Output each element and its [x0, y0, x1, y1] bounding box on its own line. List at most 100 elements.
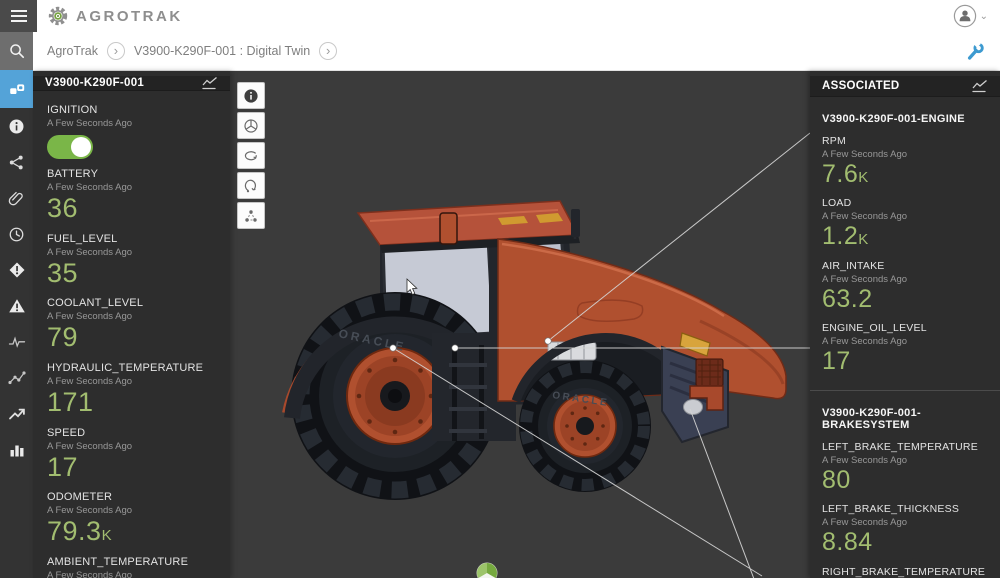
metric-updated: A Few Seconds Ago — [822, 149, 988, 160]
metric-label: AIR_INTAKE — [822, 260, 988, 272]
alerts-rail-button[interactable] — [0, 252, 33, 288]
metric-updated: A Few Seconds Ago — [47, 311, 216, 322]
breadcrumb: AgroTrak › V3900-K290F-001 : Digital Twi… — [33, 32, 1000, 71]
metric-label: COOLANT_LEVEL — [47, 297, 216, 309]
rotate-vertical-tool-button[interactable] — [237, 172, 265, 199]
warnings-rail-button[interactable] — [0, 288, 33, 324]
breadcrumb-current: V3900-K290F-001 : Digital Twin — [134, 44, 310, 58]
metric-row: AMBIENT_TEMPERATURE A Few Seconds Ago 89… — [47, 556, 216, 578]
rotate-vertical-icon — [243, 178, 259, 194]
history-rail-button[interactable] — [0, 216, 33, 252]
trend-rail-button[interactable] — [0, 396, 33, 432]
metric-updated: A Few Seconds Ago — [47, 570, 216, 578]
associated-section-title: V3900-K290F-001-BRAKESYSTEM — [822, 407, 988, 431]
device-chart-button[interactable] — [202, 76, 218, 90]
metric-label: RIGHT_BRAKE_TEMPERATURE — [822, 566, 988, 578]
metric-row: RIGHT_BRAKE_TEMPERATURE A Few Seconds Ag… — [822, 566, 988, 578]
search-rail-button[interactable] — [0, 32, 33, 70]
metric-updated: A Few Seconds Ago — [47, 182, 216, 193]
associated-section-title: V3900-K290F-001-ENGINE — [822, 113, 988, 125]
viewport-toolbar — [237, 82, 265, 229]
pulse-rail-button[interactable] — [0, 324, 33, 360]
ignition-toggle[interactable] — [47, 135, 93, 159]
metric-value: 63.2 — [822, 286, 988, 314]
associated-panel-title: ASSOCIATED — [822, 80, 900, 92]
pulse-icon — [8, 333, 26, 351]
user-avatar-icon — [953, 4, 977, 28]
metric-updated: A Few Seconds Ago — [822, 274, 988, 285]
metric-row: RPM A Few Seconds Ago 7.6K — [822, 135, 988, 189]
bar-chart-icon — [8, 441, 26, 459]
metric-label: LEFT_BRAKE_TEMPERATURE — [822, 441, 988, 453]
metric-value: 79 — [47, 323, 216, 353]
metric-value: 80 — [822, 467, 988, 495]
info-icon — [243, 88, 259, 104]
loading-spinner — [477, 563, 497, 578]
left-icon-rail — [0, 32, 33, 578]
chevron-right-icon[interactable]: › — [107, 42, 125, 60]
hierarchy-icon — [243, 208, 259, 224]
attachments-rail-button[interactable] — [0, 180, 33, 216]
brand-name: AGROTRAK — [76, 8, 183, 25]
metric-value: 8.84 — [822, 529, 988, 557]
bar-chart-rail-button[interactable] — [0, 432, 33, 468]
metric-updated: A Few Seconds Ago — [47, 376, 216, 387]
orbit-3d-icon — [243, 118, 259, 134]
metric-value: 17 — [47, 453, 216, 483]
metric-updated: A Few Seconds Ago — [47, 505, 216, 516]
hierarchy-tool-button[interactable] — [237, 202, 265, 229]
info-tool-button[interactable] — [237, 82, 265, 109]
metric-label: LEFT_BRAKE_THICKNESS — [822, 503, 988, 515]
agrotrak-app: AGROTRAK ⌄ — [0, 0, 1000, 578]
metric-row: ODOMETER A Few Seconds Ago 79.3K — [47, 491, 216, 547]
user-menu-caret-icon[interactable]: ⌄ — [980, 11, 988, 22]
metric-row: LEFT_BRAKE_THICKNESS A Few Seconds Ago 8… — [822, 503, 988, 557]
metric-value: 17 — [822, 348, 988, 376]
tractor-3d-model[interactable]: ORACLE ORACLE — [230, 71, 810, 578]
metric-row: ENGINE_OIL_LEVEL A Few Seconds Ago 17 — [822, 322, 988, 376]
associated-chart-button[interactable] — [972, 79, 988, 93]
metric-updated: A Few Seconds Ago — [822, 336, 988, 347]
scatter-rail-button[interactable] — [0, 360, 33, 396]
hamburger-menu-button[interactable] — [0, 0, 37, 32]
metric-label: BATTERY — [47, 168, 216, 180]
metric-updated: A Few Seconds Ago — [47, 441, 216, 452]
warning-triangle-icon — [8, 297, 26, 315]
share-rail-button[interactable] — [0, 144, 33, 180]
metric-row: BATTERY A Few Seconds Ago 36 — [47, 168, 216, 224]
rotate-horizontal-tool-button[interactable] — [237, 142, 265, 169]
metric-row: SPEED A Few Seconds Ago 17 — [47, 427, 216, 483]
digital-twin-rail-button[interactable] — [0, 70, 33, 108]
metric-updated: A Few Seconds Ago — [822, 517, 988, 528]
alert-diamond-icon — [8, 261, 26, 279]
metric-row-ignition: IGNITION A Few Seconds Ago — [47, 104, 216, 159]
metric-value: 79.3K — [47, 517, 216, 547]
metric-label: SPEED — [47, 427, 216, 439]
metric-label: LOAD — [822, 197, 988, 209]
metric-row: COOLANT_LEVEL A Few Seconds Ago 79 — [47, 297, 216, 353]
settings-wrench-button[interactable] — [965, 41, 986, 62]
metric-updated: A Few Seconds Ago — [822, 211, 988, 222]
line-chart-icon — [972, 79, 988, 93]
section-divider — [810, 390, 1000, 391]
chevron-right-icon[interactable]: › — [319, 42, 337, 60]
device-panel: V3900-K290F-001 IGNITION A Few Seconds A… — [33, 71, 230, 578]
metric-row: LOAD A Few Seconds Ago 1.2K — [822, 197, 988, 251]
metric-value: 7.6K — [822, 161, 988, 189]
metric-value: 1.2K — [822, 223, 988, 251]
metric-label: ODOMETER — [47, 491, 216, 503]
trend-line-icon — [8, 405, 26, 423]
breadcrumb-root-link[interactable]: AgroTrak — [47, 44, 98, 58]
info-icon — [8, 118, 25, 135]
user-avatar-button[interactable] — [953, 4, 977, 28]
digital-twin-viewport[interactable]: ORACLE ORACLE — [230, 71, 810, 578]
metric-row: AIR_INTAKE A Few Seconds Ago 63.2 — [822, 260, 988, 314]
metric-label: ENGINE_OIL_LEVEL — [822, 322, 988, 334]
metric-row: LEFT_BRAKE_TEMPERATURE A Few Seconds Ago… — [822, 441, 988, 495]
metric-row: HYDRAULIC_TEMPERATURE A Few Seconds Ago … — [47, 362, 216, 418]
metric-label: RPM — [822, 135, 988, 147]
info-rail-button[interactable] — [0, 108, 33, 144]
orbit-3d-tool-button[interactable] — [237, 112, 265, 139]
metric-label: AMBIENT_TEMPERATURE — [47, 556, 216, 568]
digital-twin-icon — [8, 80, 26, 98]
